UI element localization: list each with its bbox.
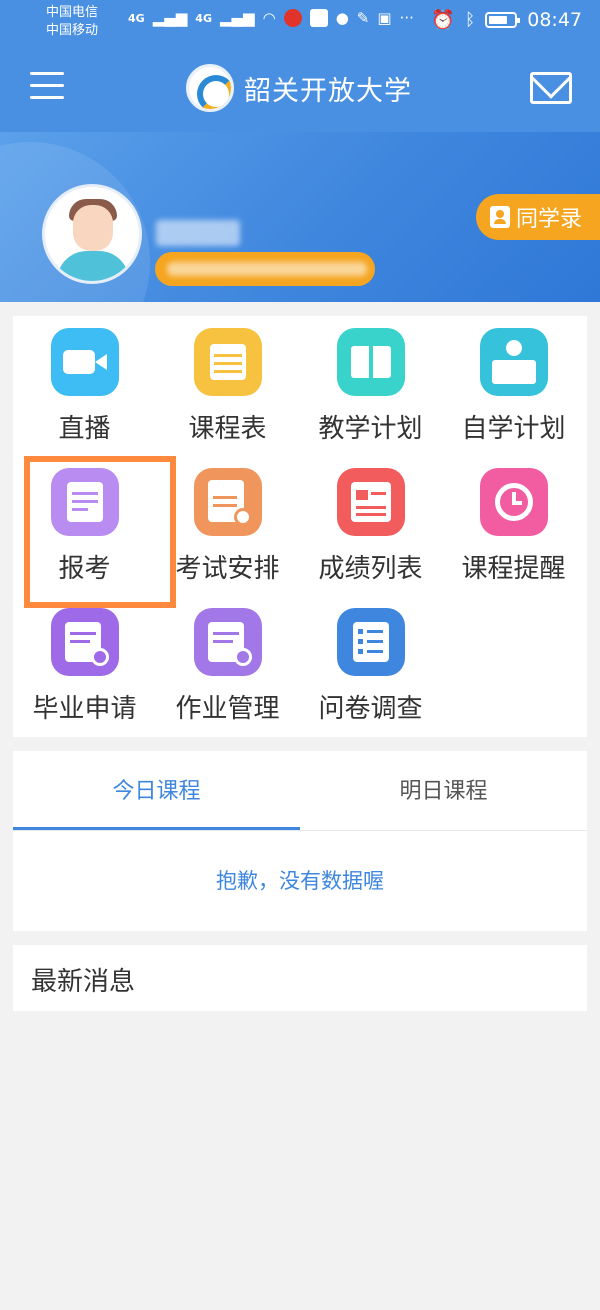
- grid-item-survey[interactable]: 问卷调查: [299, 596, 442, 736]
- profile-banner: 同学录: [0, 132, 600, 302]
- carrier-secondary: 中国移动: [46, 23, 99, 38]
- grid-item-label: 课程表: [188, 414, 267, 444]
- classmates-button[interactable]: 同学录: [476, 194, 600, 240]
- grid-item-label: 考试安排: [175, 554, 280, 584]
- grid-item-label: 报考: [58, 554, 111, 584]
- university-logo-icon: [186, 64, 234, 112]
- grid-item-teaching-plan[interactable]: 教学计划: [299, 316, 442, 456]
- avatar-face: [73, 205, 113, 251]
- grid-item-label: 成绩列表: [318, 554, 423, 584]
- app-bar: 韶关开放大学: [0, 50, 600, 132]
- video-camera-icon: [51, 328, 119, 396]
- empty-state-message: 抱歉，没有数据喔: [216, 869, 384, 893]
- self-study-icon: [480, 328, 548, 396]
- grid-item-timetable[interactable]: 课程表: [156, 316, 299, 456]
- carrier-info: 中国电信 中国移动: [46, 4, 98, 40]
- calendar-icon: [194, 328, 262, 396]
- survey-icon: [337, 608, 405, 676]
- briefcase-icon: ▣: [377, 9, 392, 27]
- contact-card-icon: [490, 206, 510, 228]
- bluetooth-icon: ᛒ: [465, 9, 476, 30]
- network-type: 4G: [128, 11, 145, 25]
- menu-line: [30, 72, 64, 75]
- battery-icon: [485, 11, 521, 28]
- app-title: 韶关开放大学: [244, 75, 412, 107]
- student-id-blurred: [167, 262, 367, 276]
- brand: 韶关开放大学: [186, 64, 412, 112]
- exam-register-icon: [51, 468, 119, 536]
- alarm-clock-icon: [480, 468, 548, 536]
- avatar-body: [57, 251, 129, 281]
- status-icons: 4G ▂▄▆ 4G ▂▄▆ ◠ ● ✎ ▣ ···: [128, 9, 414, 27]
- tabs-divider: [13, 830, 587, 831]
- grid-item-exam-schedule[interactable]: 考试安排: [156, 456, 299, 596]
- clock-time: 08:47: [527, 8, 582, 31]
- signal-icon-2: ▂▄▆: [219, 9, 255, 27]
- app-notification-icon: [283, 9, 302, 27]
- chat-icon: ●: [335, 9, 349, 27]
- menu-line: [30, 84, 64, 87]
- status-right: ⏰ ᛒ 08:47: [431, 8, 582, 32]
- wifi-icon: ◠: [262, 9, 276, 27]
- graduation-apply-icon: [51, 608, 119, 676]
- tab-today-courses[interactable]: 今日课程: [13, 751, 300, 831]
- grid-item-label: 课程提醒: [461, 554, 566, 584]
- mail-button[interactable]: [530, 72, 572, 104]
- app-notification-icon-3: ✎: [356, 9, 370, 27]
- grid-item-live[interactable]: 直播: [13, 316, 156, 456]
- menu-line: [30, 96, 64, 99]
- latest-news-section[interactable]: 最新消息: [13, 945, 587, 1011]
- grid-item-label: 作业管理: [175, 694, 280, 724]
- grid-item-course-reminder[interactable]: 课程提醒: [442, 456, 585, 596]
- user-name-blurred: [156, 220, 240, 246]
- grid-item-label: 教学计划: [318, 414, 423, 444]
- avatar[interactable]: [42, 184, 142, 284]
- menu-button[interactable]: [30, 72, 64, 104]
- tab-tomorrow-courses[interactable]: 明日课程: [300, 751, 587, 831]
- network-type-2: 4G: [195, 11, 212, 25]
- classmates-label: 同学录: [516, 207, 583, 232]
- grid-item-label: 问卷调查: [318, 694, 423, 724]
- exam-schedule-icon: [194, 468, 262, 536]
- alarm-icon: ⏰: [431, 9, 456, 31]
- grid-item-graduation-application[interactable]: 毕业申请: [13, 596, 156, 736]
- feature-grid: 直播 课程表 教学计划 自学计划 报考 考试安排 成绩列表 课程提醒 毕业申请 …: [13, 316, 587, 737]
- book-icon: [337, 328, 405, 396]
- section-title: 最新消息: [31, 967, 136, 997]
- status-bar: 中国电信 中国移动 4G ▂▄▆ 4G ▂▄▆ ◠ ● ✎ ▣ ··· ⏰ ᛒ …: [0, 0, 600, 50]
- grid-item-label: 直播: [58, 414, 111, 444]
- active-tab-indicator: [13, 827, 300, 830]
- more-icon: ···: [399, 9, 414, 27]
- student-id-pill: [155, 252, 375, 286]
- homework-icon: [194, 608, 262, 676]
- grid-item-label: 毕业申请: [32, 694, 137, 724]
- grid-item-self-study-plan[interactable]: 自学计划: [442, 316, 585, 456]
- signal-icon: ▂▄▆: [152, 9, 188, 27]
- course-tabs-card: 今日课程 明日课程 抱歉，没有数据喔: [13, 751, 587, 931]
- grid-item-homework-management[interactable]: 作业管理: [156, 596, 299, 736]
- carrier-primary: 中国电信: [46, 5, 99, 20]
- app-notification-icon-2: [309, 9, 328, 27]
- score-list-icon: [337, 468, 405, 536]
- grid-item-score-list[interactable]: 成绩列表: [299, 456, 442, 596]
- grid-item-exam-registration[interactable]: 报考: [13, 456, 176, 608]
- grid-item-label: 自学计划: [461, 414, 566, 444]
